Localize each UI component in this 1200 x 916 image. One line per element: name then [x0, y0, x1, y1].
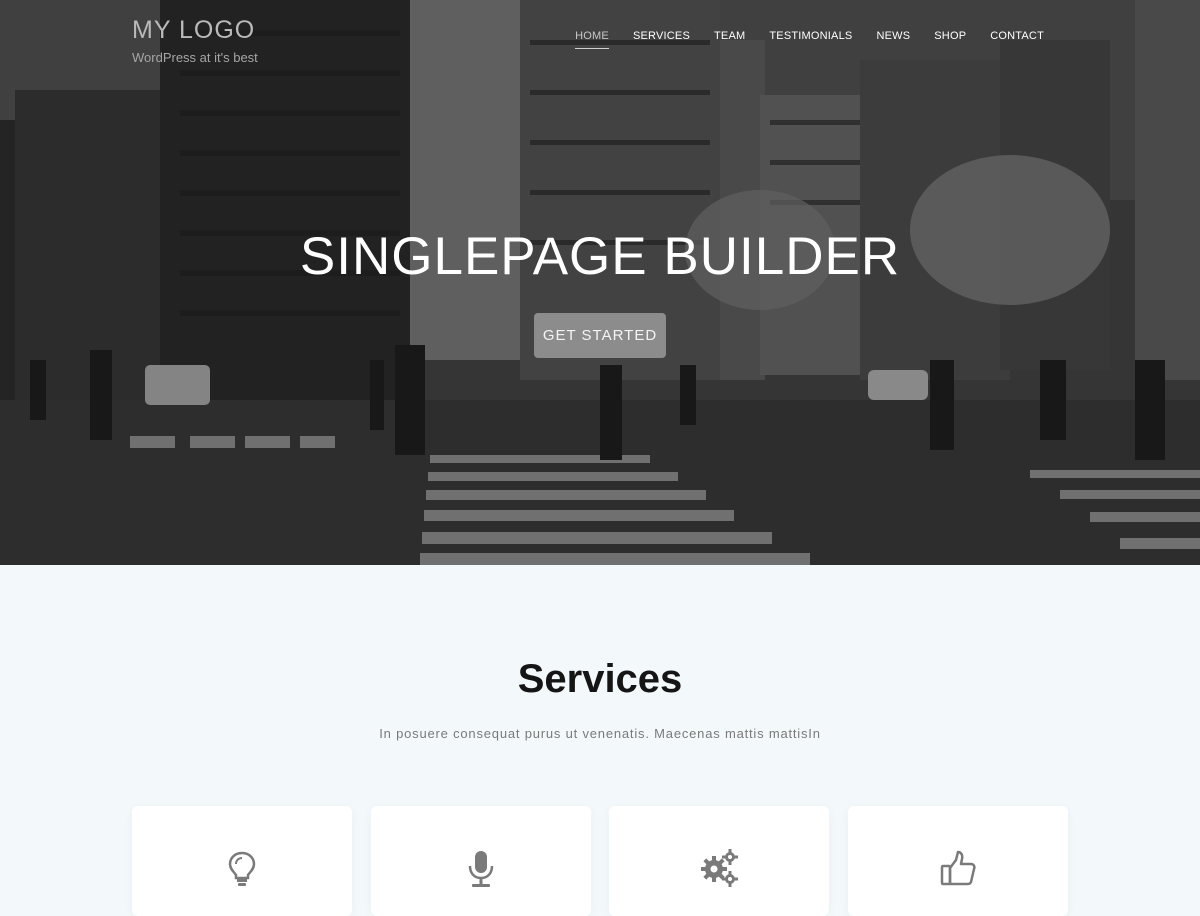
nav-item-services[interactable]: SERVICES [633, 30, 690, 49]
nav-item-shop[interactable]: SHOP [934, 30, 966, 49]
hero-title: SINGLEPAGE BUILDER [299, 227, 901, 286]
main-navigation: HOME SERVICES TEAM TESTIMONIALS NEWS SHO… [551, 30, 1044, 49]
site-header: MY LOGO WordPress at it's best HOME SERV… [0, 0, 1200, 80]
microphone-icon [468, 851, 494, 887]
lightbulb-icon [228, 851, 256, 886]
hero-section: MY LOGO WordPress at it's best HOME SERV… [0, 0, 1200, 565]
services-title: Services [517, 657, 683, 701]
nav-item-contact[interactable]: CONTACT [990, 30, 1044, 49]
thumbs-up-icon [940, 850, 976, 886]
nav-item-home[interactable]: HOME [575, 30, 609, 49]
gears-icon [701, 849, 738, 887]
services-subtitle: In posuere consequat purus ut venenatis.… [379, 726, 821, 741]
nav-item-news[interactable]: NEWS [876, 30, 910, 49]
nav-item-testimonials[interactable]: TESTIMONIALS [769, 30, 852, 49]
nav-item-team[interactable]: TEAM [714, 30, 745, 49]
logo-tagline: WordPress at it's best [132, 50, 258, 65]
services-section: Services In posuere consequat purus ut v… [0, 565, 1200, 916]
get-started-button[interactable]: GET STARTED [534, 313, 666, 358]
logo-title[interactable]: MY LOGO [132, 16, 255, 45]
